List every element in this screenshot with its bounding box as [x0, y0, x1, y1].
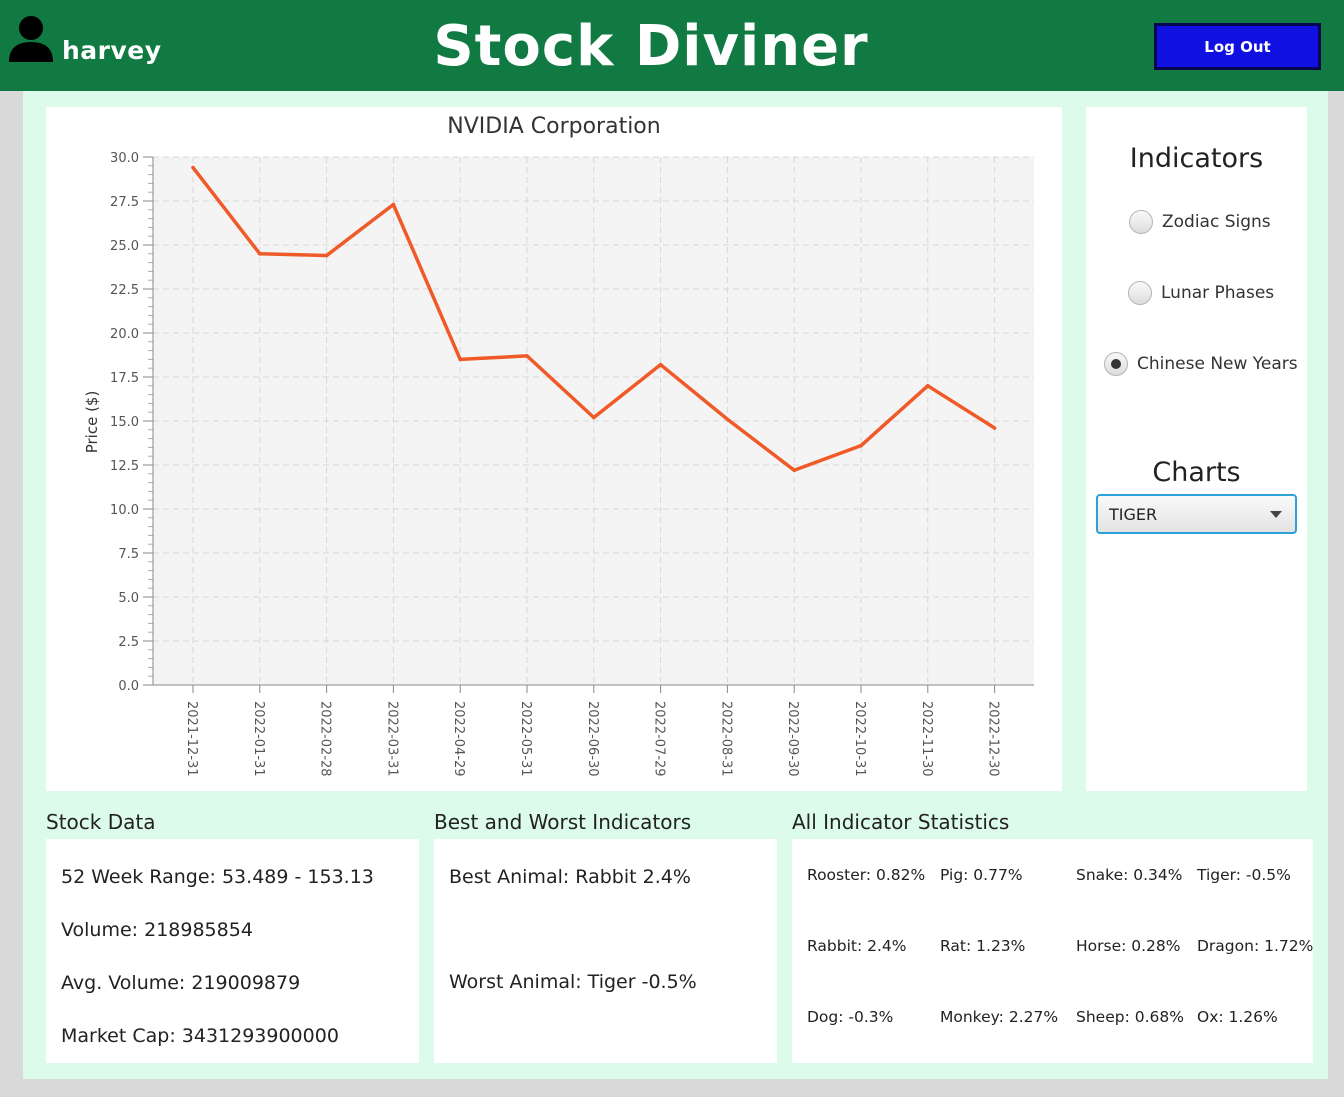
radio-button[interactable]	[1129, 210, 1153, 234]
radio-zodiac-signs[interactable]: Zodiac Signs	[1129, 210, 1271, 234]
stat-tiger: Tiger: -0.5%	[1197, 866, 1291, 884]
x-tick-label: 2022-02-28	[318, 701, 333, 777]
radio-button[interactable]	[1128, 281, 1152, 305]
data-point	[258, 252, 262, 256]
x-tick-label: 2022-05-31	[518, 701, 533, 777]
price-chart-panel: NVIDIA Corporation Price ($) 0.0 2.5 5.0 7.…	[46, 107, 1062, 791]
y-tick-label: 12.5	[110, 459, 139, 474]
data-point	[926, 384, 930, 388]
x-tick-label: 2022-11-30	[919, 701, 934, 777]
radio-label: Chinese New Years	[1137, 354, 1298, 374]
stat-dragon: Dragon: 1.72%	[1197, 937, 1314, 955]
stat-rooster: Rooster: 0.82%	[807, 866, 926, 884]
market-cap: Market Cap: 3431293900000	[61, 1025, 339, 1047]
y-tick-label: 20.0	[110, 327, 139, 342]
chevron-down-icon[interactable]	[1270, 511, 1282, 518]
stat-monkey: Monkey: 2.27%	[940, 1008, 1059, 1026]
stat-dog: Dog: -0.3%	[807, 1008, 894, 1026]
volume: Volume: 218985854	[61, 919, 253, 941]
radio-label: Zodiac Signs	[1162, 212, 1271, 232]
stat-snake: Snake: 0.34%	[1076, 866, 1183, 884]
best-worst-panel: Best Animal: Rabbit 2.4% Worst Animal: T…	[434, 839, 777, 1063]
x-tick-label: 2022-06-30	[585, 701, 600, 777]
x-tick-label: 2022-12-30	[986, 701, 1001, 777]
charts-dropdown[interactable]: TIGER	[1096, 494, 1297, 534]
stat-rabbit: Rabbit: 2.4%	[807, 937, 907, 955]
x-tick-label: 2022-03-31	[384, 701, 399, 777]
x-tick-label: 2022-08-31	[718, 701, 733, 777]
x-tick-label: 2022-07-29	[652, 701, 667, 777]
all-stats-title: All Indicator Statistics	[792, 810, 1010, 834]
y-tick-label: 15.0	[110, 415, 139, 430]
data-point	[658, 362, 663, 367]
y-tick-label: 0.0	[118, 679, 139, 694]
app-header: harvey Stock Diviner Log Out	[0, 0, 1344, 91]
app-title: Stock Diviner	[433, 14, 869, 79]
stock-data-panel: 52 Week Range: 53.489 - 153.13 Volume: 2…	[46, 839, 419, 1063]
radio-lunar-phases[interactable]: Lunar Phases	[1128, 281, 1274, 305]
y-tick-label: 22.5	[110, 283, 139, 298]
stat-rat: Rat: 1.23%	[940, 937, 1026, 955]
indicators-panel: Indicators Zodiac Signs Lunar Phases Chi…	[1086, 107, 1307, 791]
price-chart: NVIDIA Corporation Price ($) 0.0 2.5 5.0 7.…	[83, 114, 1034, 777]
stat-ox: Ox: 1.26%	[1197, 1008, 1278, 1026]
all-stats-panel: Rooster: 0.82% Pig: 0.77% Snake: 0.34% T…	[792, 839, 1313, 1063]
data-point	[391, 202, 396, 207]
x-tick-label: 2022-01-31	[251, 701, 266, 777]
y-tick-label: 5.0	[118, 591, 139, 606]
x-tick-label: 2022-10-31	[852, 701, 867, 777]
chart-title: NVIDIA Corporation	[447, 114, 660, 139]
worst-animal: Worst Animal: Tiger -0.5%	[449, 971, 697, 993]
avg-volume: Avg. Volume: 219009879	[61, 972, 301, 994]
radio-label: Lunar Phases	[1161, 283, 1275, 303]
best-worst-title: Best and Worst Indicators	[434, 810, 692, 834]
y-tick-label: 2.5	[118, 635, 139, 650]
data-point	[792, 468, 796, 473]
logout-button[interactable]: Log Out	[1154, 23, 1321, 70]
best-animal: Best Animal: Rabbit 2.4%	[449, 866, 691, 888]
radio-chinese-new-years[interactable]: Chinese New Years	[1104, 352, 1298, 376]
indicators-title: Indicators	[1129, 143, 1264, 174]
stat-pig: Pig: 0.77%	[940, 866, 1023, 884]
chart-y-axis-label: Price ($)	[83, 391, 101, 454]
y-tick-label: 10.0	[110, 503, 139, 518]
stat-horse: Horse: 0.28%	[1076, 937, 1181, 955]
y-tick-label: 7.5	[118, 547, 139, 562]
data-point	[859, 443, 863, 448]
data-point	[992, 426, 997, 430]
week-range: 52 Week Range: 53.489 - 153.13	[61, 866, 374, 888]
y-tick-label: 27.5	[110, 195, 139, 210]
charts-dropdown-value: TIGER	[1109, 504, 1158, 524]
stock-data-title: Stock Data	[46, 810, 156, 834]
data-point	[725, 417, 730, 422]
data-point	[525, 354, 529, 358]
x-tick-label: 2021-12-31	[184, 701, 199, 777]
charts-title: Charts	[1152, 457, 1241, 488]
data-point	[191, 165, 195, 170]
main-content: NVIDIA Corporation Price ($) 0.0 2.5 5.0 7.…	[23, 91, 1328, 1079]
x-tick-label: 2022-09-30	[785, 701, 800, 777]
radio-button-selected[interactable]	[1104, 352, 1128, 376]
y-tick-label: 17.5	[110, 371, 139, 386]
data-point	[324, 253, 329, 258]
stat-sheep: Sheep: 0.68%	[1076, 1008, 1184, 1026]
data-point	[592, 415, 596, 420]
y-tick-label: 25.0	[110, 239, 139, 254]
y-tick-label: 30.0	[110, 151, 139, 166]
x-tick-label: 2022-04-29	[451, 701, 466, 777]
data-point	[458, 357, 463, 362]
